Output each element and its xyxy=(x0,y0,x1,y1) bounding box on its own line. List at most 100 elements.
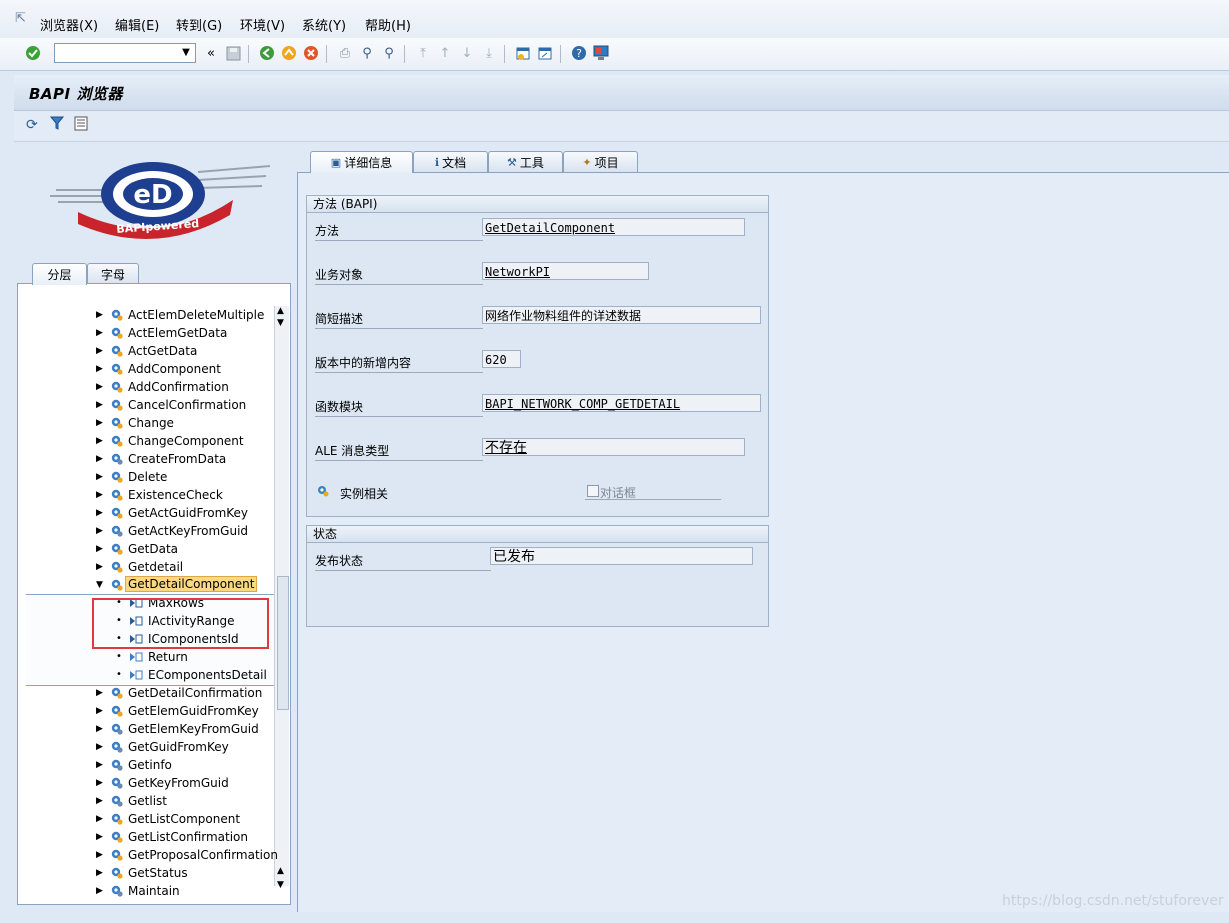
short-description-field[interactable]: 网络作业物料组件的详述数据 xyxy=(482,306,761,324)
release-new-field[interactable]: 620 xyxy=(482,350,521,368)
tree-node[interactable]: ▶ Maintain xyxy=(18,882,276,900)
print-icon[interactable]: ⎙ xyxy=(336,44,354,62)
next-page-icon[interactable]: ↓ xyxy=(458,44,476,62)
filter-icon[interactable] xyxy=(49,116,65,134)
list-icon[interactable] xyxy=(74,116,88,134)
expand-arrow-icon[interactable]: ▶ xyxy=(96,454,103,464)
expand-arrow-icon[interactable]: ▶ xyxy=(96,850,103,860)
function-module-field[interactable]: BAPI_NETWORK_COMP_GETDETAIL xyxy=(482,394,761,412)
menu-browser[interactable]: 浏览器(X) xyxy=(40,15,98,34)
back-icon[interactable] xyxy=(258,44,276,62)
help-icon[interactable]: ? xyxy=(570,44,588,62)
find-next-icon[interactable]: ⚲ xyxy=(380,44,398,62)
menu-goto[interactable]: 转到(G) xyxy=(176,15,222,34)
tree-node[interactable]: ▶ GetGuidFromKey xyxy=(18,738,276,756)
dialog-checkbox[interactable] xyxy=(587,485,599,497)
expand-arrow-icon[interactable]: ▶ xyxy=(96,490,103,500)
tab-hierarchy[interactable]: 分层 xyxy=(32,263,87,285)
first-page-icon[interactable]: ⤒ xyxy=(414,44,432,62)
command-field[interactable]: ▼ xyxy=(54,43,196,63)
tab-project[interactable]: ✦ 项目 xyxy=(563,151,638,173)
tree-node[interactable]: ▶ GetData xyxy=(18,540,276,558)
expand-arrow-icon[interactable]: ▶ xyxy=(96,472,103,482)
expand-arrow-icon[interactable]: ▶ xyxy=(96,382,103,392)
expand-arrow-icon[interactable]: ▶ xyxy=(96,364,103,374)
tree-node[interactable]: ▶ GetElemKeyFromGuid xyxy=(18,720,276,738)
expand-arrow-icon[interactable]: ▶ xyxy=(96,544,103,554)
tree-node[interactable]: ▶ ActElemDeleteMultiple xyxy=(18,306,276,324)
cancel-icon[interactable] xyxy=(302,44,320,62)
method-field[interactable]: GetDetailComponent xyxy=(482,218,745,236)
tree-node[interactable]: ▶ CancelConfirmation xyxy=(18,396,276,414)
expand-arrow-icon[interactable]: ▶ xyxy=(96,562,103,572)
tree-node[interactable]: ▶ GetDetailConfirmation xyxy=(18,684,276,702)
expand-arrow-icon[interactable]: ▶ xyxy=(96,346,103,356)
new-session-icon[interactable] xyxy=(514,44,532,62)
scroll-down-icon[interactable]: ▼ xyxy=(277,318,284,328)
tree-node[interactable]: ▼ GetDetailComponent xyxy=(18,576,276,594)
menu-environment[interactable]: 环境(V) xyxy=(240,15,285,34)
tree-node[interactable]: ▶ AddConfirmation xyxy=(18,378,276,396)
tree-node[interactable]: ▶ ChangeComponent xyxy=(18,432,276,450)
tree-node[interactable]: ▶ ActGetData xyxy=(18,342,276,360)
expand-arrow-icon[interactable]: ▶ xyxy=(96,832,103,842)
menu-system[interactable]: 系统(Y) xyxy=(302,15,346,34)
tab-tools[interactable]: ⚒ 工具 xyxy=(488,151,563,173)
save-icon[interactable] xyxy=(224,44,242,62)
scroll-down-icon-bottom[interactable]: ▼ xyxy=(277,880,284,890)
expand-arrow-icon[interactable]: ▶ xyxy=(96,328,103,338)
tree-node[interactable]: ▶ GetProposalConfirmation xyxy=(18,846,278,864)
expand-arrow-icon[interactable]: ▶ xyxy=(96,886,103,896)
exit-icon[interactable] xyxy=(280,44,298,62)
menu-edit[interactable]: 编辑(E) xyxy=(115,15,159,34)
refresh-icon[interactable]: ⟳ xyxy=(26,117,38,133)
scroll-up-icon-bottom[interactable]: ▲ xyxy=(277,866,284,876)
collapse-icon[interactable]: « xyxy=(202,44,220,62)
expand-arrow-icon[interactable]: ▶ xyxy=(96,868,103,878)
expand-arrow-icon[interactable]: ▶ xyxy=(96,688,103,698)
expand-arrow-icon[interactable]: ▶ xyxy=(96,814,103,824)
expand-arrow-icon[interactable]: ▶ xyxy=(96,508,103,518)
command-dropdown-icon[interactable]: ▼ xyxy=(179,46,193,60)
tree-node[interactable]: ▶ Getinfo xyxy=(18,756,276,774)
enter-check-icon[interactable] xyxy=(24,44,42,62)
expand-arrow-icon[interactable]: ▶ xyxy=(96,418,103,428)
last-page-icon[interactable]: ⤓ xyxy=(480,44,498,62)
expand-arrow-icon[interactable]: ▶ xyxy=(96,742,103,752)
expand-arrow-icon[interactable]: ▶ xyxy=(96,796,103,806)
expand-arrow-icon[interactable]: ▶ xyxy=(96,526,103,536)
tree-scrollbar[interactable]: ▲ ▼ ▲ ▼ xyxy=(274,306,289,890)
tab-alphabetical[interactable]: 字母 xyxy=(87,263,139,285)
tree-node[interactable]: ▶ GetActKeyFromGuid xyxy=(18,522,276,540)
expand-arrow-icon[interactable]: ▶ xyxy=(96,760,103,770)
tree-parameter[interactable]: • EComponentsDetail xyxy=(18,666,276,684)
expand-arrow-icon[interactable]: ▶ xyxy=(96,436,103,446)
expand-arrow-icon[interactable]: ▶ xyxy=(96,778,103,788)
tree-node[interactable]: ▶ Change xyxy=(18,414,276,432)
release-status-field[interactable]: 已发布 xyxy=(490,547,753,565)
tab-details[interactable]: ▣ 详细信息 xyxy=(310,151,413,173)
expand-arrow-icon[interactable]: ▶ xyxy=(96,400,103,410)
tree-node[interactable]: ▶ GetKeyFromGuid xyxy=(18,774,276,792)
scrollbar-thumb[interactable] xyxy=(277,576,289,710)
menu-help[interactable]: 帮助(H) xyxy=(365,15,411,34)
tree-node[interactable]: ▶ ExistenceCheck xyxy=(18,486,276,504)
tree-node[interactable]: ▶ AddComponent xyxy=(18,360,276,378)
tree-node[interactable]: ▶ GetActGuidFromKey xyxy=(18,504,276,522)
shortcut-icon[interactable] xyxy=(536,44,554,62)
tree-node[interactable]: ▶ CreateFromData xyxy=(18,450,276,468)
tab-documentation[interactable]: ℹ 文档 xyxy=(413,151,488,173)
menu-icon[interactable]: ⇱ xyxy=(15,11,26,26)
tree-parameter[interactable]: • Return xyxy=(18,648,276,666)
tree-node[interactable]: ▶ GetStatus xyxy=(18,864,276,882)
business-object-field[interactable]: NetworkPI xyxy=(482,262,649,280)
customize-layout-icon[interactable] xyxy=(592,44,610,62)
find-icon[interactable]: ⚲ xyxy=(358,44,376,62)
expand-arrow-icon[interactable]: ▶ xyxy=(96,706,103,716)
tree-node[interactable]: ▶ Getlist xyxy=(18,792,276,810)
tree-node[interactable]: ▶ ActElemGetData xyxy=(18,324,276,342)
scroll-up-icon[interactable]: ▲ xyxy=(277,306,284,316)
tree-node[interactable]: ▶ GetListComponent xyxy=(18,810,276,828)
tree-node[interactable]: ▶ GetListConfirmation xyxy=(18,828,276,846)
ale-message-field[interactable]: 不存在 xyxy=(482,438,745,456)
